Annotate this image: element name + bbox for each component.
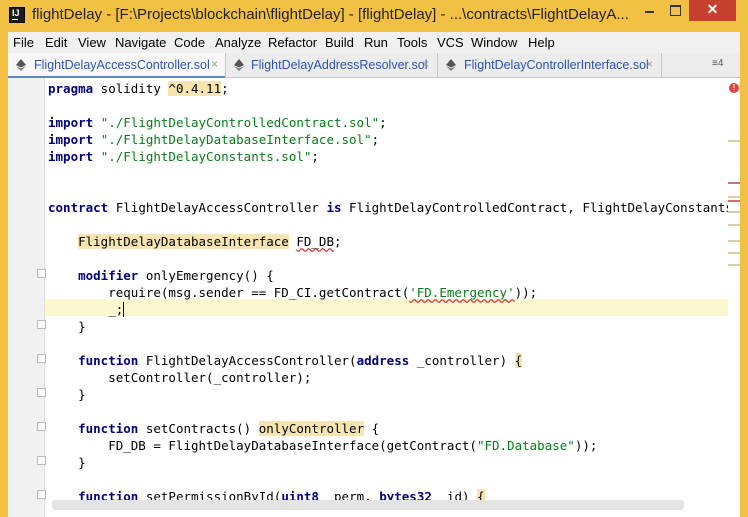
stripe-mark[interactable] bbox=[728, 252, 740, 254]
tab-flightdelay-controller-interface[interactable]: FlightDelayControllerInterface.sol × bbox=[438, 53, 662, 78]
menu-tools[interactable]: Tools bbox=[397, 35, 427, 50]
tab-label: FlightDelayAddressResolver.sol bbox=[251, 58, 428, 72]
error-indicator-icon[interactable]: ! bbox=[729, 83, 739, 93]
fold-marker-icon[interactable] bbox=[37, 490, 46, 499]
close-icon: ✕ bbox=[706, 1, 719, 17]
code-editor[interactable]: pragma solidity ^0.4.11; import "./Fligh… bbox=[8, 78, 740, 517]
code-line: FlightDelayDatabaseInterface FD_DB; bbox=[78, 234, 342, 249]
ide-window: IJ flightDelay - [F:\Projects\blockchain… bbox=[0, 0, 748, 517]
close-tab-icon[interactable]: × bbox=[646, 57, 653, 71]
menu-window[interactable]: Window bbox=[471, 35, 517, 50]
code-line: setController(_controller); bbox=[48, 370, 312, 385]
code-line: modifier onlyEmergency() { bbox=[78, 268, 274, 283]
code-line: function setContracts() onlyController { bbox=[78, 421, 380, 436]
close-button[interactable]: ✕ bbox=[689, 0, 736, 21]
fold-marker-icon[interactable] bbox=[37, 320, 46, 329]
window-title: flightDelay - [F:\Projects\blockchain\fl… bbox=[32, 6, 629, 23]
menu-bar: File Edit View Navigate Code Analyze Ref… bbox=[8, 32, 740, 53]
horizontal-scrollbar[interactable] bbox=[52, 500, 684, 510]
code-line: _; bbox=[108, 302, 125, 317]
ethereum-icon bbox=[446, 59, 456, 71]
tab-flightdelay-address-resolver[interactable]: FlightDelayAddressResolver.sol × bbox=[226, 53, 438, 78]
ethereum-icon bbox=[16, 59, 26, 71]
close-tab-icon[interactable]: × bbox=[211, 57, 218, 71]
menu-vcs[interactable]: VCS bbox=[437, 35, 464, 50]
tab-overflow-button[interactable]: ≡4 bbox=[712, 58, 723, 69]
intellij-app-icon: IJ bbox=[9, 7, 25, 23]
menu-run[interactable]: Run bbox=[364, 35, 388, 50]
tab-label: FlightDelayControllerInterface.sol bbox=[464, 58, 649, 72]
title-bar[interactable]: IJ flightDelay - [F:\Projects\blockchain… bbox=[0, 0, 748, 32]
stripe-mark[interactable] bbox=[728, 240, 740, 242]
code-line: pragma solidity ^0.4.11; bbox=[48, 81, 229, 96]
menu-view[interactable]: View bbox=[78, 35, 106, 50]
menu-analyze[interactable]: Analyze bbox=[215, 35, 261, 50]
code-line: import "./FlightDelayDatabaseInterface.s… bbox=[48, 132, 380, 147]
tab-label: FlightDelayAccessController.sol bbox=[34, 58, 210, 72]
code-line: } bbox=[48, 455, 86, 470]
menu-navigate[interactable]: Navigate bbox=[115, 35, 166, 50]
close-tab-icon[interactable]: × bbox=[422, 57, 429, 71]
editor-gutter bbox=[8, 78, 46, 517]
menu-help[interactable]: Help bbox=[528, 35, 555, 50]
menu-build[interactable]: Build bbox=[325, 35, 354, 50]
fold-marker-icon[interactable] bbox=[37, 354, 46, 363]
stripe-mark[interactable] bbox=[728, 211, 740, 213]
code-line: function FlightDelayAccessController(add… bbox=[78, 353, 523, 368]
minimize-button[interactable] bbox=[637, 0, 662, 21]
menu-refactor[interactable]: Refactor bbox=[268, 35, 317, 50]
code-line: import "./FlightDelayConstants.sol"; bbox=[48, 149, 319, 164]
fold-marker-icon[interactable] bbox=[37, 422, 46, 431]
code-line: import "./FlightDelayControlledContract.… bbox=[48, 115, 387, 130]
menu-edit[interactable]: Edit bbox=[45, 35, 67, 50]
code-line: } bbox=[48, 319, 86, 334]
code-line: } bbox=[48, 387, 86, 402]
fold-marker-icon[interactable] bbox=[37, 388, 46, 397]
maximize-button[interactable] bbox=[662, 0, 687, 21]
code-line: FD_DB = FlightDelayDatabaseInterface(get… bbox=[48, 438, 598, 453]
ethereum-icon bbox=[234, 59, 244, 71]
code-line: contract FlightDelayAccessController is … bbox=[48, 200, 740, 215]
tab-flightdelay-access-controller[interactable]: FlightDelayAccessController.sol × bbox=[8, 53, 226, 79]
stripe-mark[interactable] bbox=[728, 140, 740, 142]
stripe-mark[interactable] bbox=[728, 182, 740, 184]
stripe-mark[interactable] bbox=[728, 224, 740, 226]
menu-code[interactable]: Code bbox=[174, 35, 205, 50]
editor-tab-bar: FlightDelayAccessController.sol × Flight… bbox=[8, 53, 740, 79]
error-stripe[interactable]: ! bbox=[728, 78, 740, 517]
fold-marker-icon[interactable] bbox=[37, 456, 46, 465]
stripe-mark[interactable] bbox=[728, 264, 740, 266]
stripe-mark[interactable] bbox=[728, 196, 740, 198]
menu-file[interactable]: File bbox=[13, 35, 34, 50]
stripe-mark[interactable] bbox=[728, 200, 740, 202]
code-line: require(msg.sender == FD_CI.getContract(… bbox=[48, 285, 538, 300]
fold-marker-icon[interactable] bbox=[37, 269, 46, 278]
app-icon-letter: IJ bbox=[12, 8, 20, 18]
text-caret bbox=[123, 302, 125, 317]
